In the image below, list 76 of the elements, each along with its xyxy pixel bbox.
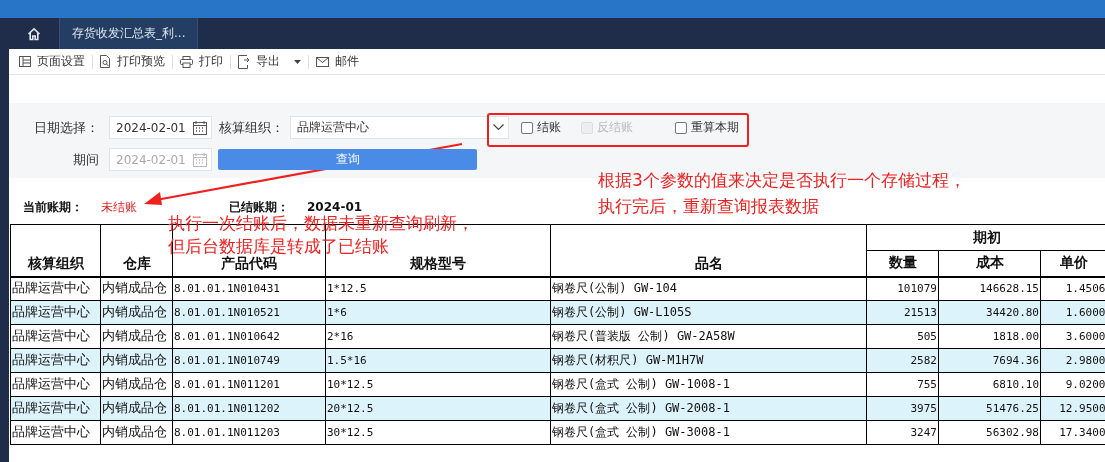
table-cell: 品牌运营中心 (10, 300, 101, 325)
table-cell: 8.01.01.1N010749 (172, 348, 326, 373)
annotation-text: 根据3个参数的值来决定是否执行一个存储过程， (598, 169, 966, 192)
column-header: 品名 (550, 224, 867, 277)
column-header: 核算组织 (10, 224, 101, 277)
table-cell: 30*12.5 (325, 420, 551, 445)
current-period-status: 未结账 (101, 198, 138, 216)
toolbar-button[interactable]: 页面设置 (15, 53, 89, 70)
table-cell: 品牌运营中心 (10, 324, 101, 349)
table-cell: 8.01.01.1N010431 (172, 276, 326, 301)
table-cell: 内销成品仓 (100, 276, 173, 301)
group-header: 期初 (866, 224, 1105, 251)
column-header: 数量 (866, 250, 939, 277)
table-cell: 7694.36 (938, 348, 1041, 373)
calendar-icon (193, 120, 207, 135)
checkbox-option[interactable]: 重算本期 (675, 119, 739, 136)
table-cell: 2*16 (325, 324, 551, 349)
table-cell: 钢卷尺(盒式 公制) GW-3008-1 (550, 420, 867, 445)
table-cell: 1*12.5 (325, 276, 551, 301)
table-cell: 8.01.01.1N010642 (172, 324, 326, 349)
table-cell: 1*6 (325, 300, 551, 325)
current-period-label: 当前账期： (23, 198, 84, 216)
printer-icon (180, 55, 193, 68)
toolbar-button[interactable]: 导出 (234, 53, 305, 70)
table-cell: 505 (866, 324, 939, 349)
chevron-down-icon (493, 124, 504, 131)
table-cell: 8.01.01.1N011201 (172, 372, 326, 397)
table-cell: 品牌运营中心 (10, 420, 101, 445)
date-field[interactable]: 2024-02-01 (109, 116, 212, 139)
table-cell: 内销成品仓 (100, 372, 173, 397)
table-cell: 钢卷尺(公制) GW-L105S (550, 300, 867, 325)
org-label: 核算组织： (218, 118, 285, 137)
table-cell: 品牌运营中心 (10, 372, 101, 397)
table-cell: 10*12.5 (325, 372, 551, 397)
table-cell: 101079 (866, 276, 939, 301)
table-cell: 146628.15 (938, 276, 1041, 301)
column-header: 成本 (938, 250, 1041, 277)
table-cell: 钢卷尺(材积尺) GW-M1H7W (550, 348, 867, 373)
table-cell: 钢卷尺(盒式 公制) GW-2008-1 (550, 396, 867, 421)
annotation-text: 执行完后，重新查询报表数据 (598, 195, 820, 218)
toolbar-button[interactable]: 邮件 (312, 53, 363, 70)
table-cell: 品牌运营中心 (10, 396, 101, 421)
calendar-icon (193, 152, 207, 167)
table-cell: 品牌运营中心 (10, 276, 101, 301)
table-cell: 1.5*16 (325, 348, 551, 373)
table-cell: 内销成品仓 (100, 420, 173, 445)
period-label: 期间 (72, 150, 100, 169)
date-label: 日期选择： (33, 118, 100, 137)
table-cell: 内销成品仓 (100, 324, 173, 349)
table-cell: 34420.80 (938, 300, 1041, 325)
closed-period-label: 已结账期： (229, 198, 290, 215)
report-tab[interactable]: 存货收发汇总表_利... (59, 18, 199, 49)
table-icon (19, 56, 31, 67)
toolbar-button[interactable]: 打印 (176, 53, 227, 70)
table-cell: 6810.10 (938, 372, 1041, 397)
table-cell: 1818.00 (938, 324, 1041, 349)
table-cell: 56302.98 (938, 420, 1041, 445)
table-cell: 3247 (866, 420, 939, 445)
table-cell: 钢卷尺(普装版 公制) GW-2A58W (550, 324, 867, 349)
toolbar-button[interactable]: 打印预览 (96, 53, 169, 70)
table-cell: 8.01.01.1N010521 (172, 300, 326, 325)
closed-period-value: 2024-01 (307, 200, 364, 214)
table-cell: 755 (866, 372, 939, 397)
table-cell: 钢卷尺(盒式 公制) GW-1008-1 (550, 372, 867, 397)
table-cell: 20*12.5 (325, 396, 551, 421)
table-cell: 品牌运营中心 (10, 348, 101, 373)
table-cell: 钢卷尺(公制) GW-104 (550, 276, 867, 301)
home-icon (27, 26, 41, 41)
table-cell: 51476.25 (938, 396, 1041, 421)
checkbox-option[interactable]: 结账 (521, 119, 561, 136)
mail-icon (316, 56, 329, 67)
table-cell: 8.01.01.1N011203 (172, 420, 326, 445)
export-icon (238, 54, 250, 69)
org-select[interactable]: 品牌运营中心 (290, 116, 509, 139)
table-cell: 8.01.01.1N011202 (172, 396, 326, 421)
preview-icon (100, 55, 111, 68)
